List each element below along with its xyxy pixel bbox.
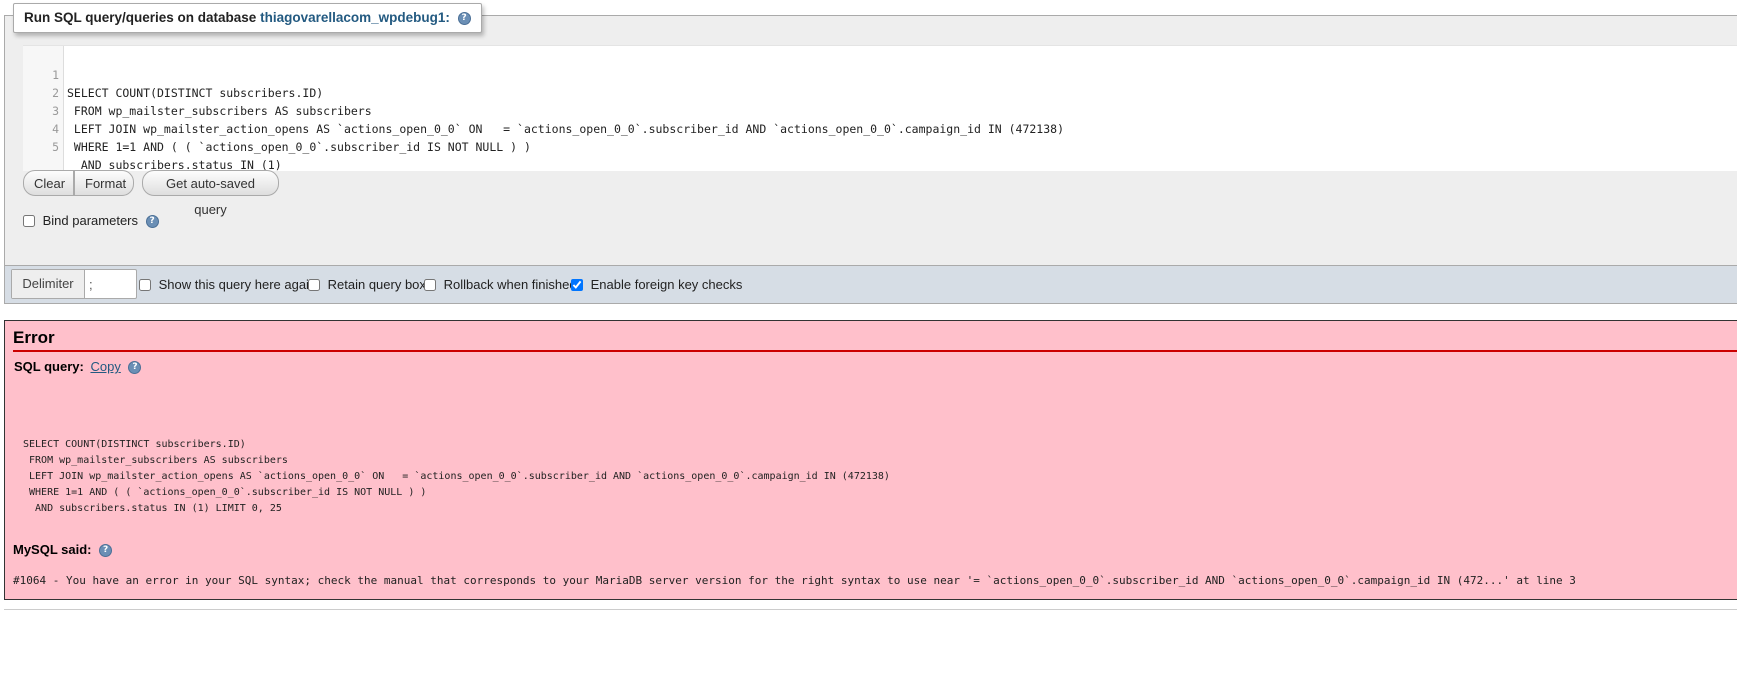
line-text: WHERE 1=1 AND ( ( `actions_open_0_0`.sub…	[67, 140, 531, 154]
editor-line: 2 FROM wp_mailster_subscribers AS subscr…	[23, 66, 372, 118]
copy-link[interactable]: Copy	[90, 359, 120, 374]
mysql-said-text: MySQL said:	[13, 542, 92, 557]
divider	[4, 609, 1737, 610]
bind-parameters: Bind parameters ?	[23, 212, 159, 230]
error-divider	[13, 350, 1737, 352]
database-name: thiagovarellacom_wpdebug1:	[260, 10, 450, 25]
editor-line: 4 WHERE 1=1 AND ( ( `actions_open_0_0`.s…	[23, 102, 531, 154]
error-box: Error SQL query: Copy ? SELECT COUNT(DIS…	[4, 320, 1737, 600]
delimiter-input[interactable]	[85, 270, 135, 298]
format-button[interactable]: Format	[74, 170, 134, 196]
clear-button[interactable]: Clear	[23, 170, 74, 196]
delimiter-field: Delimiter	[11, 269, 137, 299]
foreign-key-checks-label[interactable]: Enable foreign key checks	[591, 277, 743, 292]
rollback-checkbox[interactable]	[424, 279, 436, 291]
help-icon[interactable]: ?	[99, 544, 113, 558]
error-query-line: LEFT JOIN wp_mailster_action_opens AS `a…	[23, 471, 890, 482]
line-text: SELECT COUNT(DISTINCT subscribers.ID)	[67, 86, 324, 100]
error-query-line: AND subscribers.status IN (1) LIMIT 0, 2…	[23, 503, 282, 514]
show-query-label[interactable]: Show this query here again	[159, 277, 317, 292]
retain-query-box-checkbox[interactable]	[308, 279, 320, 291]
help-icon[interactable]: ?	[457, 11, 471, 25]
show-query-checkbox[interactable]	[139, 279, 151, 291]
query-panel-legend: Run SQL query/queries on database thiago…	[13, 3, 482, 33]
line-number: 5	[52, 140, 59, 154]
query-options-bar: Delimiter Show this query here again Ret…	[4, 265, 1737, 304]
mysql-said-label: MySQL said: ?	[13, 542, 113, 558]
help-icon[interactable]: ?	[128, 361, 142, 375]
error-message: #1064 - You have an error in your SQL sy…	[13, 574, 1576, 587]
bind-parameters-label[interactable]: Bind parameters	[43, 213, 138, 228]
retain-query-box-label[interactable]: Retain query box	[328, 277, 426, 292]
sql-editor[interactable]: 1 SELECT COUNT(DISTINCT subscribers.ID) …	[23, 45, 1737, 172]
retain-query-box-option: Retain query box	[308, 276, 426, 294]
editor-line: 3 LEFT JOIN wp_mailster_action_opens AS …	[23, 84, 1064, 136]
foreign-key-checks-option: Enable foreign key checks	[571, 276, 742, 294]
foreign-key-checks-checkbox[interactable]	[571, 279, 583, 291]
error-query-line: WHERE 1=1 AND ( ( `actions_open_0_0`.sub…	[23, 487, 427, 498]
sql-query-label: SQL query: Copy ?	[14, 359, 142, 375]
help-icon[interactable]: ?	[145, 215, 159, 229]
bind-parameters-checkbox[interactable]	[23, 215, 35, 227]
line-text: LEFT JOIN wp_mailster_action_opens AS `a…	[67, 122, 1064, 136]
sql-query-text: SQL query:	[14, 359, 84, 374]
editor-line: 1 SELECT COUNT(DISTINCT subscribers.ID)	[23, 48, 323, 100]
delimiter-label: Delimiter	[12, 270, 85, 298]
editor-line: 5 AND subscribers.status IN (1)	[23, 120, 282, 172]
legend-prefix: Run SQL query/queries on database	[24, 10, 257, 25]
error-title: Error	[13, 328, 55, 347]
rollback-option: Rollback when finished	[424, 276, 577, 294]
error-query-line: FROM wp_mailster_subscribers AS subscrib…	[23, 455, 288, 466]
rollback-label[interactable]: Rollback when finished	[444, 277, 577, 292]
show-query-option: Show this query here again	[139, 276, 316, 294]
get-auto-saved-query-button[interactable]: Get auto-saved query	[142, 170, 279, 217]
error-query-line: SELECT COUNT(DISTINCT subscribers.ID)	[23, 439, 246, 450]
line-text: FROM wp_mailster_subscribers AS subscrib…	[67, 104, 372, 118]
